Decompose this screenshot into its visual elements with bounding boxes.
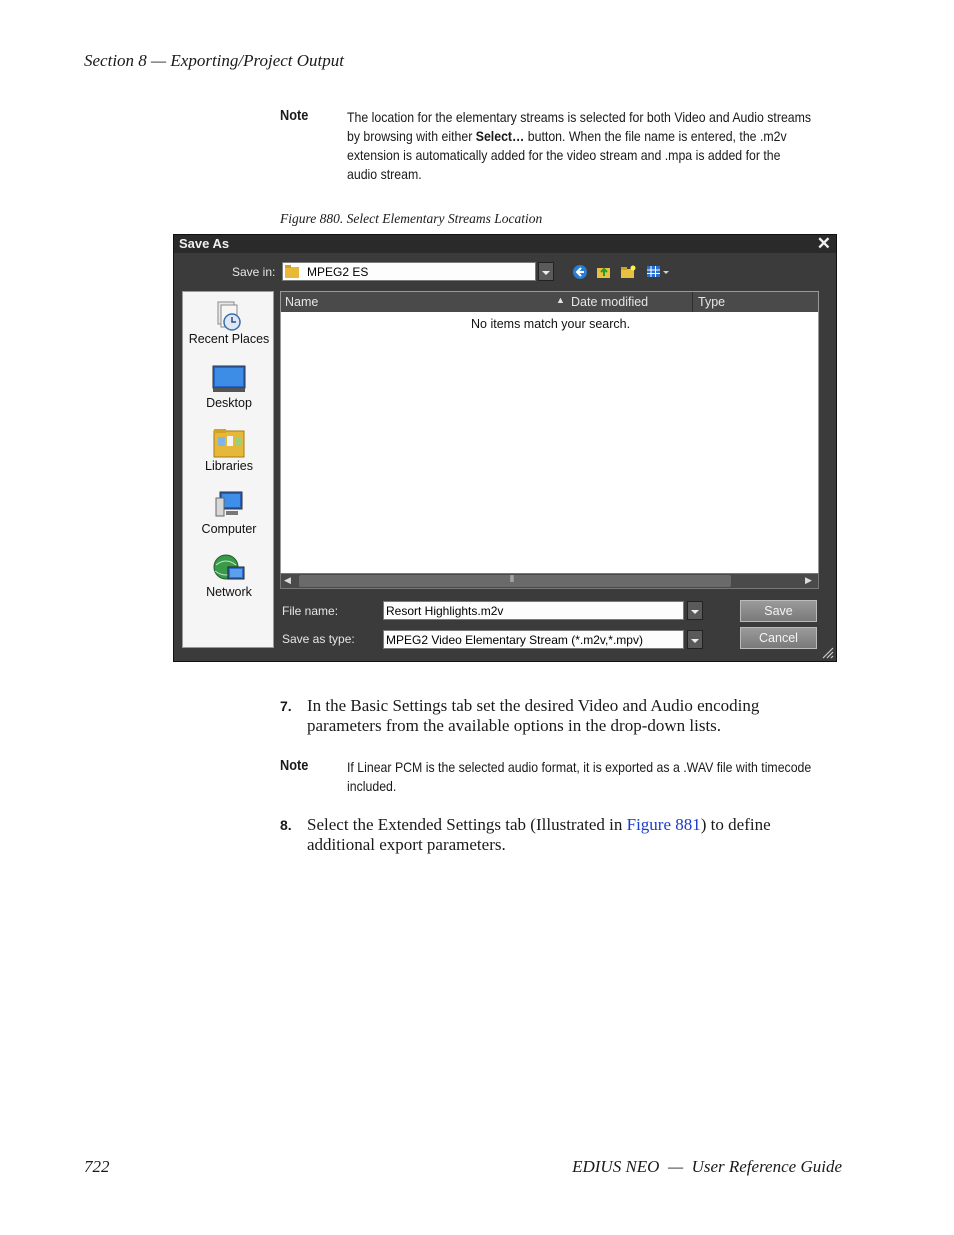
scroll-grip-icon: ⦀: [510, 574, 514, 584]
recent-places-icon: [212, 300, 246, 331]
save-type-select[interactable]: MPEG2 Video Elementary Stream (*.m2v,*.m…: [383, 630, 684, 649]
save-button[interactable]: Save: [740, 600, 817, 622]
empty-message: No items match your search.: [471, 317, 631, 331]
note-bold-term: Select…: [475, 128, 525, 144]
note-label: Note: [280, 758, 309, 774]
place-label: Desktop: [206, 396, 252, 410]
desktop-icon: [212, 364, 246, 394]
note-text: The location for the elementary streams …: [347, 108, 813, 184]
view-menu-icon[interactable]: [646, 264, 670, 285]
save-type-value: MPEG2 Video Elementary Stream (*.m2v,*.m…: [386, 633, 643, 647]
footer-title: EDIUS NEO — User Reference Guide: [572, 1157, 842, 1176]
save-in-dropdown-button[interactable]: [538, 262, 554, 281]
step-8-number: 8.: [280, 817, 292, 833]
place-recent-places[interactable]: Recent Places: [183, 300, 275, 346]
resize-grip-icon[interactable]: [820, 645, 834, 664]
place-desktop[interactable]: Desktop: [183, 364, 275, 410]
place-label: Computer: [201, 522, 257, 536]
file-list[interactable]: Name ▲ Date modified Type No items match…: [280, 291, 819, 589]
file-name-dropdown-button[interactable]: [687, 601, 703, 620]
column-date-modified[interactable]: Date modified: [571, 295, 648, 309]
save-as-dialog: Save As ✕ Save in: MPEG2 ES Recent Place…: [173, 234, 837, 662]
note-label: Note: [280, 108, 309, 124]
column-name[interactable]: Name: [285, 295, 318, 309]
place-label: Network: [206, 585, 252, 599]
close-icon[interactable]: ✕: [817, 234, 831, 254]
scroll-left-icon[interactable]: ◀: [284, 575, 291, 586]
places-bar: Recent Places Desktop Libraries Computer…: [182, 291, 274, 648]
network-icon: [212, 553, 246, 583]
section-header: Section 8 — Exporting/Project Output: [84, 51, 344, 70]
column-divider[interactable]: [692, 292, 693, 312]
column-type[interactable]: Type: [698, 295, 725, 309]
libraries-icon: [212, 427, 246, 458]
figure-881-link[interactable]: Figure 881: [627, 815, 701, 834]
step-8-text: Select the Extended Settings tab (Illust…: [307, 815, 827, 855]
save-in-label: Save in:: [232, 265, 276, 279]
place-network[interactable]: Network: [183, 553, 275, 599]
note-text: If Linear PCM is the selected audio form…: [347, 759, 812, 794]
column-header-row: Name ▲ Date modified Type: [281, 292, 818, 312]
save-in-value: MPEG2 ES: [307, 265, 369, 279]
save-type-dropdown-button[interactable]: [687, 630, 703, 649]
file-name-input[interactable]: Resort Highlights.m2v: [383, 601, 684, 620]
figure-caption: Figure 880. Select Elementary Streams Lo…: [280, 211, 543, 226]
horizontal-scrollbar[interactable]: ◀ ⦀ ▶: [280, 573, 819, 589]
step-8-text-part: Select the Extended Settings tab (Illust…: [307, 815, 627, 834]
file-name-value: Resort Highlights.m2v: [386, 604, 504, 618]
save-in-combo[interactable]: MPEG2 ES: [282, 262, 536, 281]
back-icon[interactable]: [572, 264, 588, 285]
file-name-label: File name:: [282, 604, 339, 618]
dialog-title: Save As: [179, 236, 230, 251]
step-7-number: 7.: [280, 698, 292, 714]
new-folder-icon[interactable]: [620, 264, 636, 285]
scrollbar-thumb[interactable]: [299, 575, 731, 587]
cancel-button[interactable]: Cancel: [740, 627, 817, 649]
up-folder-icon[interactable]: [596, 264, 612, 285]
computer-icon: [212, 490, 246, 520]
dialog-titlebar: Save As ✕: [174, 234, 836, 254]
place-label: Libraries: [205, 459, 253, 473]
place-computer[interactable]: Computer: [183, 490, 275, 536]
page-number: 722: [84, 1157, 110, 1176]
place-libraries[interactable]: Libraries: [183, 427, 275, 473]
scroll-right-icon[interactable]: ▶: [805, 575, 812, 586]
folder-icon: [285, 265, 299, 278]
step-7-text: In the Basic Settings tab set the desire…: [307, 696, 760, 735]
save-type-label: Save as type:: [282, 632, 355, 646]
place-label: Recent Places: [188, 332, 270, 346]
sort-ascending-icon: ▲: [556, 295, 565, 305]
